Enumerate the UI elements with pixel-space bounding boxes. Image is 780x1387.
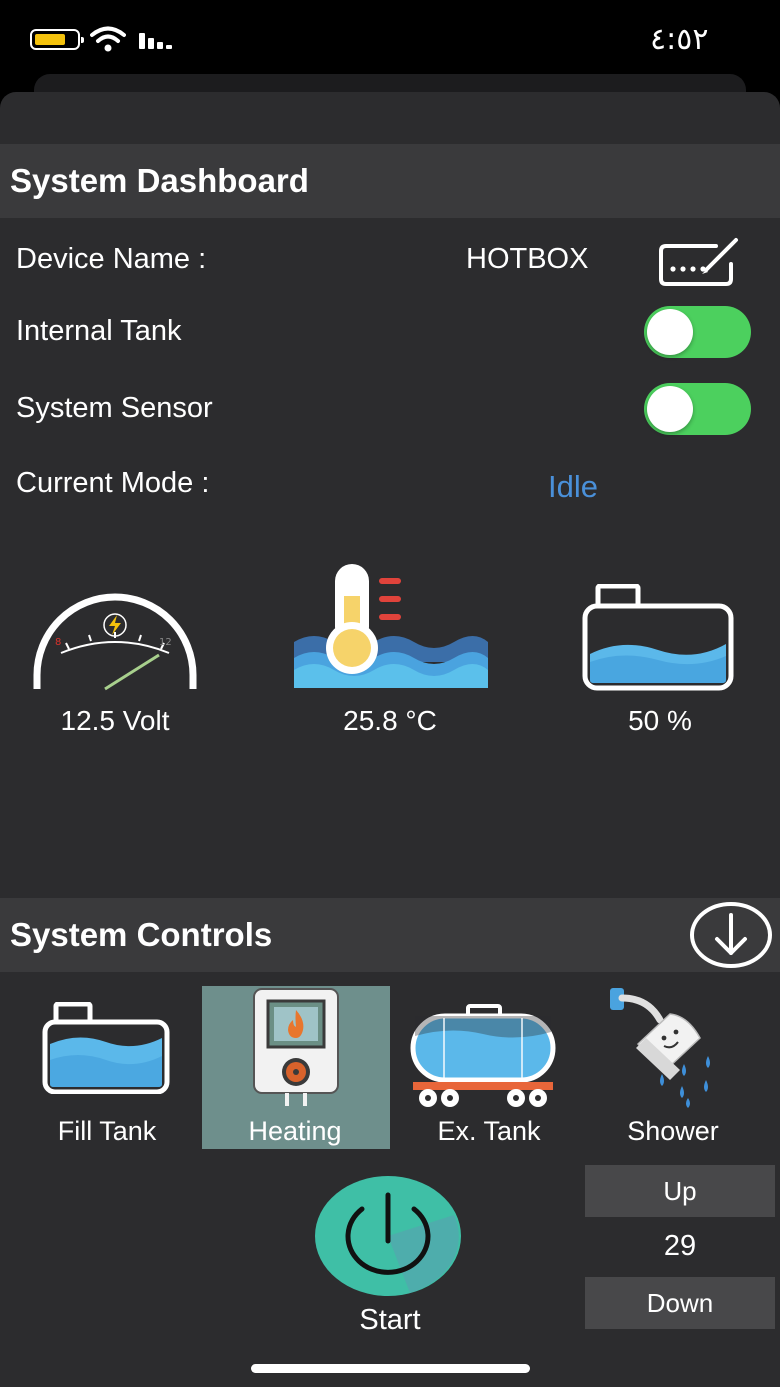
start-power-button[interactable]: [314, 1175, 462, 1297]
voltage-value: 12.5 Volt: [60, 705, 170, 736]
ex-tank-label: Ex. Tank: [437, 1116, 541, 1146]
dashboard-title: System Dashboard: [10, 162, 309, 199]
counter-value: 29: [663, 1230, 697, 1262]
device-name-value: HOTBOX: [466, 243, 589, 275]
down-button[interactable]: Down: [585, 1277, 775, 1329]
tanker-icon: [410, 1004, 556, 1107]
controls-header: System Controls: [0, 898, 780, 972]
fill-tank-icon: [42, 1002, 170, 1094]
internal-tank-label: Internal Tank: [16, 315, 182, 347]
system-sensor-toggle[interactable]: [644, 383, 751, 435]
edit-keyboard-icon[interactable]: [658, 236, 742, 288]
tank-level-value: 50 %: [628, 705, 692, 736]
device-name-label: Device Name :: [16, 243, 207, 275]
controls-title: System Controls: [10, 916, 273, 953]
ex-tank-button[interactable]: Ex. Tank: [396, 990, 586, 1150]
dashboard-header: System Dashboard: [0, 144, 780, 218]
signal-icon: [139, 33, 172, 49]
wifi-icon: [90, 26, 126, 52]
shower-label: Shower: [627, 1116, 719, 1146]
download-icon[interactable]: [689, 901, 775, 969]
heating-label: Heating: [248, 1116, 342, 1146]
shower-button[interactable]: Shower: [578, 986, 768, 1150]
up-button[interactable]: Up: [585, 1165, 775, 1217]
start-label: Start: [359, 1304, 421, 1336]
system-sensor-label: System Sensor: [16, 392, 213, 424]
fill-tank-button[interactable]: Fill Tank: [12, 990, 202, 1150]
heater-icon: [253, 988, 339, 1106]
fill-tank-label: Fill Tank: [57, 1116, 157, 1146]
internal-tank-toggle[interactable]: [644, 306, 751, 358]
tank-level-icon: [582, 584, 734, 691]
shower-icon: [610, 988, 710, 1108]
home-indicator[interactable]: [251, 1364, 530, 1373]
current-mode-value: Idle: [548, 469, 598, 504]
heating-button[interactable]: Heating: [202, 986, 390, 1149]
gauge-min-tick: 8: [55, 637, 61, 648]
status-bar: ٤:٥٢: [0, 0, 780, 80]
status-time: ٤:٥٢: [650, 22, 709, 57]
voltage-gauge-icon: 8 12: [33, 593, 197, 691]
temperature-value: 25.8 °C: [343, 705, 437, 736]
water-thermometer-icon: [294, 564, 488, 688]
battery-icon: [30, 29, 84, 50]
current-mode-label: Current Mode :: [16, 467, 210, 499]
gauge-max-tick: 12: [159, 637, 172, 648]
